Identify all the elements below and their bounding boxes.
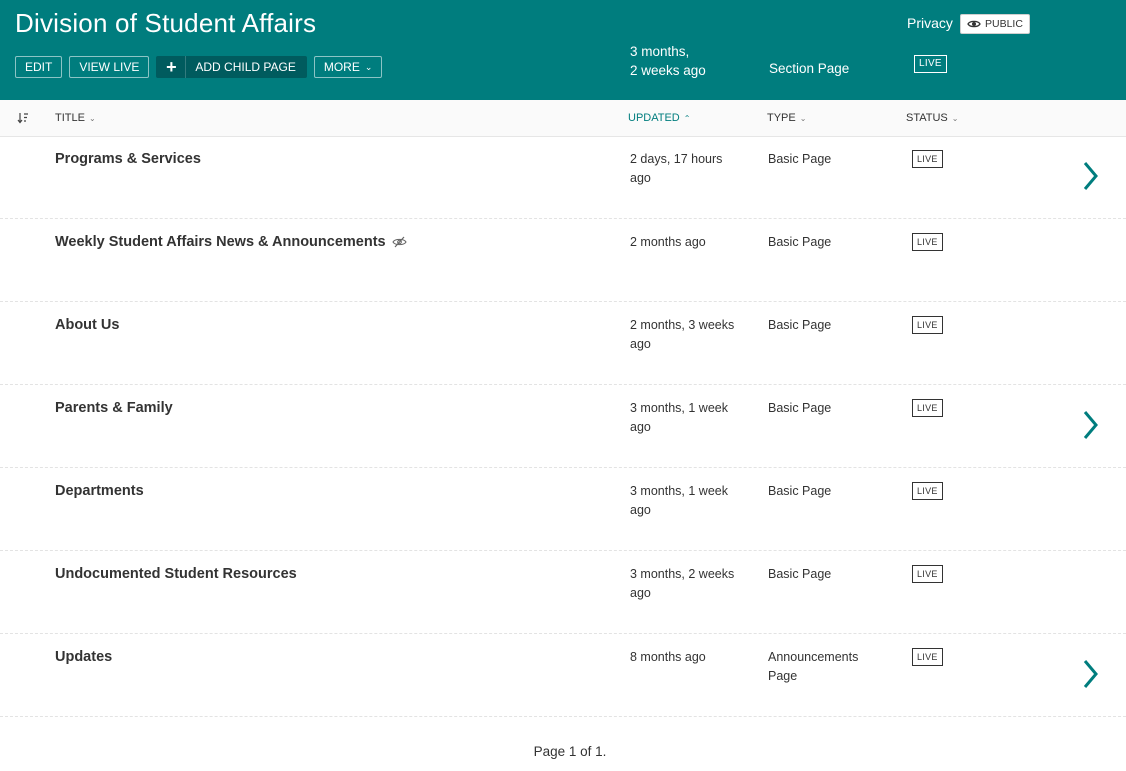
header-actions: EDIT VIEW LIVE + ADD CHILD PAGE MORE ⌄ xyxy=(15,56,383,78)
parent-updated-line2: 2 weeks ago xyxy=(630,63,706,78)
page-title-link[interactable]: Weekly Student Affairs News & Announceme… xyxy=(55,234,407,250)
privacy-toggle-button[interactable]: PUBLIC xyxy=(960,14,1030,34)
row-updated: 3 months, 1 week ago xyxy=(630,401,728,434)
row-title: Departments xyxy=(55,483,144,499)
chevron-right-icon[interactable] xyxy=(1080,410,1102,440)
column-status-label: STATUS xyxy=(906,112,948,124)
row-title: Programs & Services xyxy=(55,151,201,167)
plus-icon: + xyxy=(157,56,187,78)
parent-updated-line1: 3 months, xyxy=(630,44,690,59)
status-badge[interactable]: LIVE xyxy=(912,316,943,334)
table-row: About Us 2 months, 3 weeks ago Basic Pag… xyxy=(0,302,1126,385)
row-title: Parents & Family xyxy=(55,400,173,416)
parent-type: Section Page xyxy=(769,61,850,76)
view-live-button[interactable]: VIEW LIVE xyxy=(69,56,150,78)
add-child-page-label: ADD CHILD PAGE xyxy=(195,60,296,74)
table-row: Programs & Services 2 days, 17 hours ago… xyxy=(0,136,1126,219)
chevron-down-icon: ⌄ xyxy=(364,61,373,72)
status-badge[interactable]: LIVE xyxy=(912,648,943,666)
chevron-down-icon: ⌄ xyxy=(799,113,807,123)
eye-icon xyxy=(967,20,981,28)
privacy-label: Privacy xyxy=(907,15,953,31)
ordering-icon[interactable] xyxy=(17,112,29,124)
listing-column-headers: TITLE ⌄ UPDATED ⌃ TYPE ⌄ STATUS ⌄ xyxy=(0,100,1126,137)
column-type-label: TYPE xyxy=(767,112,796,124)
status-badge[interactable]: LIVE xyxy=(912,150,943,168)
table-row: Weekly Student Affairs News & Announceme… xyxy=(0,219,1126,302)
row-type: Basic Page xyxy=(768,235,832,249)
row-title: About Us xyxy=(55,317,120,333)
table-row: Departments 3 months, 1 week ago Basic P… xyxy=(0,468,1126,551)
column-status-header[interactable]: STATUS ⌄ xyxy=(906,112,958,124)
chevron-right-icon[interactable] xyxy=(1080,161,1102,191)
row-type: Basic Page xyxy=(768,484,832,498)
row-type: Announcements Page xyxy=(768,650,859,683)
chevron-down-icon: ⌄ xyxy=(88,113,96,123)
page-title-link[interactable]: Updates xyxy=(55,649,112,665)
parent-updated: 3 months, 2 weeks ago xyxy=(630,42,740,80)
status-badge[interactable]: LIVE xyxy=(912,233,943,251)
row-type: Basic Page xyxy=(768,318,832,332)
page-title-link[interactable]: Undocumented Student Resources xyxy=(55,566,297,582)
row-title: Updates xyxy=(55,649,113,665)
page-title: Division of Student Affairs xyxy=(15,8,317,38)
column-type-header[interactable]: TYPE ⌄ xyxy=(767,112,806,124)
add-child-page-button[interactable]: + ADD CHILD PAGE xyxy=(156,56,307,78)
parent-status-badge: LIVE xyxy=(914,55,947,73)
column-title-label: TITLE xyxy=(55,112,85,124)
status-badge[interactable]: LIVE xyxy=(912,482,943,500)
column-updated-label: UPDATED xyxy=(628,112,680,124)
page-title-link[interactable]: Parents & Family xyxy=(55,400,173,416)
more-button[interactable]: MORE ⌄ xyxy=(313,56,383,78)
row-updated: 2 days, 17 hours ago xyxy=(630,152,723,185)
row-title: Weekly Student Affairs News & Announceme… xyxy=(55,234,386,250)
row-title: Undocumented Student Resources xyxy=(55,566,297,582)
table-row: Parents & Family 3 months, 1 week ago Ba… xyxy=(0,385,1126,468)
status-badge[interactable]: LIVE xyxy=(912,565,943,583)
child-pages-list: Programs & Services 2 days, 17 hours ago… xyxy=(0,136,1126,717)
row-type: Basic Page xyxy=(768,567,832,581)
page-title-link[interactable]: About Us xyxy=(55,317,119,333)
row-type: Basic Page xyxy=(768,152,832,166)
row-type: Basic Page xyxy=(768,401,832,415)
row-updated: 3 months, 2 weeks ago xyxy=(630,567,735,600)
chevron-up-icon: ⌃ xyxy=(683,113,691,123)
page-title-link[interactable]: Programs & Services xyxy=(55,151,201,167)
eye-slash-icon xyxy=(391,236,407,248)
more-label: MORE xyxy=(323,60,360,74)
row-updated: 2 months ago xyxy=(630,235,706,249)
row-updated: 8 months ago xyxy=(630,650,706,664)
table-row: Updates 8 months ago Announcements Page … xyxy=(0,634,1126,717)
column-updated-header[interactable]: UPDATED ⌃ xyxy=(628,112,690,124)
page-header: Division of Student Affairs EDIT VIEW LI… xyxy=(0,0,1126,100)
column-title-header[interactable]: TITLE ⌄ xyxy=(55,112,96,124)
row-updated: 3 months, 1 week ago xyxy=(630,484,728,517)
pagination-status: Page 1 of 1. xyxy=(533,744,607,759)
page-title-link[interactable]: Departments xyxy=(55,483,144,499)
table-row: Undocumented Student Resources 3 months,… xyxy=(0,551,1126,634)
row-updated: 2 months, 3 weeks ago xyxy=(630,318,735,351)
chevron-down-icon: ⌄ xyxy=(951,113,959,123)
edit-button[interactable]: EDIT xyxy=(15,56,63,78)
privacy-value: PUBLIC xyxy=(985,18,1023,30)
status-badge[interactable]: LIVE xyxy=(912,399,943,417)
chevron-right-icon[interactable] xyxy=(1080,659,1102,689)
